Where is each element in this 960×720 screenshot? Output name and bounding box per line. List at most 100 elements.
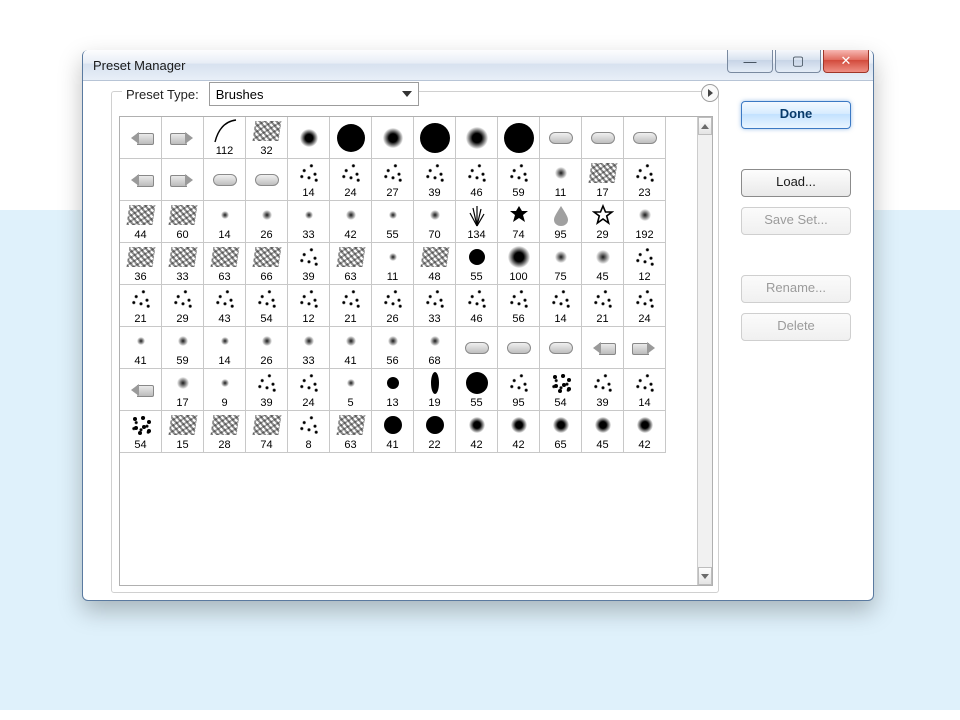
brush-cell[interactable]: 74	[498, 201, 540, 243]
brush-cell[interactable]	[624, 327, 666, 369]
brush-cell[interactable]: 17	[582, 159, 624, 201]
brush-cell[interactable]: 14	[204, 327, 246, 369]
brush-cell[interactable]: 54	[540, 369, 582, 411]
brush-cell[interactable]	[372, 117, 414, 159]
brush-cell[interactable]: 33	[288, 327, 330, 369]
brush-cell[interactable]: 29	[162, 285, 204, 327]
scroll-up-button[interactable]	[698, 117, 712, 135]
brush-cell[interactable]: 48	[414, 243, 456, 285]
brush-cell[interactable]	[498, 327, 540, 369]
brush-cell[interactable]: 56	[372, 327, 414, 369]
brush-cell[interactable]: 95	[498, 369, 540, 411]
brush-cell[interactable]: 46	[456, 285, 498, 327]
brush-cell[interactable]: 11	[372, 243, 414, 285]
brush-cell[interactable]	[582, 117, 624, 159]
brush-cell[interactable]: 54	[246, 285, 288, 327]
brush-cell[interactable]: 21	[582, 285, 624, 327]
brush-cell[interactable]: 24	[624, 285, 666, 327]
brush-cell[interactable]: 29	[582, 201, 624, 243]
brush-cell[interactable]: 28	[204, 411, 246, 453]
brush-cell[interactable]: 14	[204, 201, 246, 243]
rename-button[interactable]: Rename...	[741, 275, 851, 303]
brush-cell[interactable]	[414, 117, 456, 159]
brush-cell[interactable]: 11	[540, 159, 582, 201]
brush-cell[interactable]: 65	[540, 411, 582, 453]
brush-cell[interactable]: 56	[498, 285, 540, 327]
brush-cell[interactable]	[456, 117, 498, 159]
brush-cell[interactable]: 33	[162, 243, 204, 285]
delete-button[interactable]: Delete	[741, 313, 851, 341]
brush-cell[interactable]: 68	[414, 327, 456, 369]
brush-cell[interactable]: 5	[330, 369, 372, 411]
brush-cell[interactable]	[540, 327, 582, 369]
brush-cell[interactable]: 55	[456, 243, 498, 285]
brush-cell[interactable]	[582, 327, 624, 369]
brush-cell[interactable]: 36	[120, 243, 162, 285]
brush-cell[interactable]	[120, 117, 162, 159]
brush-cell[interactable]	[498, 117, 540, 159]
brush-cell[interactable]: 45	[582, 243, 624, 285]
brush-cell[interactable]: 46	[456, 159, 498, 201]
brush-cell[interactable]: 33	[414, 285, 456, 327]
brush-cell[interactable]: 54	[120, 411, 162, 453]
brush-cell[interactable]: 100	[498, 243, 540, 285]
brush-cell[interactable]	[120, 369, 162, 411]
brush-cell[interactable]: 8	[288, 411, 330, 453]
brush-cell[interactable]: 41	[330, 327, 372, 369]
brush-cell[interactable]: 95	[540, 201, 582, 243]
brush-cell[interactable]: 23	[624, 159, 666, 201]
brush-cell[interactable]: 134	[456, 201, 498, 243]
brush-cell[interactable]: 41	[120, 327, 162, 369]
brush-cell[interactable]	[456, 327, 498, 369]
brush-cell[interactable]	[120, 159, 162, 201]
brush-cell[interactable]: 63	[330, 411, 372, 453]
brush-cell[interactable]: 27	[372, 159, 414, 201]
save-set-button[interactable]: Save Set...	[741, 207, 851, 235]
brush-cell[interactable]	[162, 159, 204, 201]
brush-cell[interactable]: 39	[288, 243, 330, 285]
brush-cell[interactable]: 39	[246, 369, 288, 411]
brush-cell[interactable]: 13	[372, 369, 414, 411]
brush-cell[interactable]: 42	[498, 411, 540, 453]
brush-cell[interactable]: 66	[246, 243, 288, 285]
brush-cell[interactable]: 22	[414, 411, 456, 453]
brush-cell[interactable]: 42	[456, 411, 498, 453]
brush-cell[interactable]: 63	[204, 243, 246, 285]
scroll-down-button[interactable]	[698, 567, 712, 585]
brush-cell[interactable]	[540, 117, 582, 159]
brush-cell[interactable]: 24	[330, 159, 372, 201]
brush-cell[interactable]: 21	[330, 285, 372, 327]
brush-cell[interactable]: 14	[288, 159, 330, 201]
brush-cell[interactable]	[162, 117, 204, 159]
minimize-button[interactable]: —	[727, 50, 773, 73]
brush-cell[interactable]: 112	[204, 117, 246, 159]
brush-cell[interactable]: 21	[120, 285, 162, 327]
brush-cell[interactable]: 43	[204, 285, 246, 327]
brush-cell[interactable]: 41	[372, 411, 414, 453]
brush-cell[interactable]: 70	[414, 201, 456, 243]
brush-cell[interactable]: 24	[288, 369, 330, 411]
brush-cell[interactable]: 60	[162, 201, 204, 243]
brush-cell[interactable]: 15	[162, 411, 204, 453]
brush-cell[interactable]: 32	[246, 117, 288, 159]
brush-cell[interactable]: 192	[624, 201, 666, 243]
flyout-menu-button[interactable]	[701, 84, 719, 102]
done-button[interactable]: Done	[741, 101, 851, 129]
brush-cell[interactable]: 74	[246, 411, 288, 453]
brush-cell[interactable]: 55	[456, 369, 498, 411]
close-button[interactable]: ✕	[823, 50, 869, 73]
brush-cell[interactable]: 44	[120, 201, 162, 243]
brush-cell[interactable]: 26	[372, 285, 414, 327]
brush-cell[interactable]: 12	[288, 285, 330, 327]
brush-cell[interactable]: 45	[582, 411, 624, 453]
brush-cell[interactable]: 42	[624, 411, 666, 453]
brush-cell[interactable]: 9	[204, 369, 246, 411]
brush-cell[interactable]: 39	[582, 369, 624, 411]
brush-cell[interactable]: 59	[498, 159, 540, 201]
maximize-button[interactable]: ▢	[775, 50, 821, 73]
load-button[interactable]: Load...	[741, 169, 851, 197]
scrollbar[interactable]	[697, 117, 712, 585]
brush-cell[interactable]: 75	[540, 243, 582, 285]
brush-cell[interactable]: 26	[246, 327, 288, 369]
brush-cell[interactable]: 19	[414, 369, 456, 411]
